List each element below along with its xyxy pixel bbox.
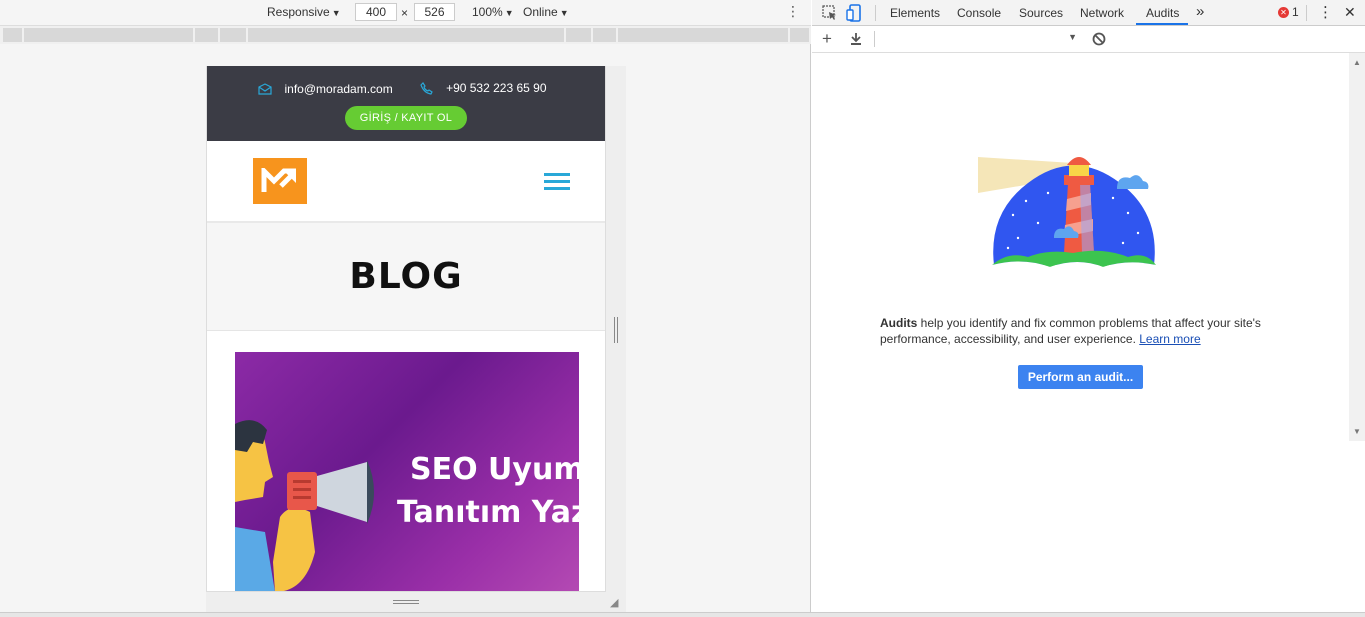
contact-row: info@moradam.com +90 532 223 65 90 [207, 66, 605, 106]
post-headline-line2: Tanıtım Yaz [397, 495, 579, 530]
media-query-segment[interactable] [220, 28, 246, 42]
logo-mark-icon [261, 168, 296, 192]
caret-down-icon: ▼ [1068, 32, 1077, 42]
media-query-segment[interactable] [790, 28, 809, 42]
page-title: BLOG [349, 256, 463, 297]
window-bottom-edge [0, 612, 1365, 617]
report-select[interactable]: ▼ [876, 30, 1081, 48]
media-query-segment[interactable] [195, 28, 218, 42]
zoom-select-label: 100% [472, 5, 503, 19]
network-select-label: Online [523, 5, 558, 19]
device-toolbar-toggle-icon[interactable] [846, 4, 864, 22]
site-contact-bar: info@moradam.com +90 532 223 65 90 GİRİŞ… [207, 66, 605, 141]
network-throttle-select[interactable]: Online ▼ [523, 5, 569, 19]
audits-description: Audits help you identify and fix common … [880, 315, 1300, 347]
devtools-menu-icon[interactable]: ⋮ [1318, 3, 1333, 21]
toolbar-divider [874, 31, 875, 47]
add-audit-icon[interactable]: + [822, 29, 832, 49]
device-select[interactable]: Responsive ▼ [267, 5, 341, 19]
resize-corner-icon[interactable]: ◢ [610, 596, 618, 609]
audits-desc-bold: Audits [880, 316, 918, 330]
device-emulation-pane: Responsive ▼ 400 × 526 100% ▼ Online ▼ ⋮ i [0, 0, 811, 612]
width-input[interactable]: 400 [355, 3, 397, 21]
devtools-tabbar: Elements Console Sources Network Audits … [812, 0, 1365, 26]
phone-icon [420, 81, 433, 95]
download-report-icon[interactable] [850, 32, 862, 46]
email-text: info@moradam.com [284, 81, 393, 96]
error-icon: ✕ [1278, 6, 1289, 18]
more-tabs-icon[interactable]: » [1196, 3, 1204, 20]
envelope-icon [257, 82, 272, 95]
caret-down-icon: ▼ [331, 8, 341, 18]
dimension-separator: × [401, 6, 409, 20]
media-query-segment[interactable] [593, 28, 616, 42]
hamburger-menu-icon[interactable] [544, 173, 570, 190]
zoom-select[interactable]: 100% ▼ [472, 5, 514, 19]
media-query-segment[interactable] [24, 28, 193, 42]
toolbar-divider [1306, 5, 1307, 21]
emulated-viewport: info@moradam.com +90 532 223 65 90 GİRİŞ… [206, 66, 606, 592]
tab-elements[interactable]: Elements [890, 6, 940, 20]
tab-network[interactable]: Network [1080, 6, 1124, 20]
page-title-banner: BLOG [207, 223, 605, 331]
more-options-icon[interactable]: ⋮ [786, 3, 800, 20]
tab-audits[interactable]: Audits [1146, 6, 1179, 20]
audits-desc-text: help you identify and fix common problem… [880, 316, 1261, 346]
phone-text: +90 532 223 65 90 [446, 81, 547, 95]
caret-down-icon: ▼ [559, 8, 569, 18]
audits-start-view: Audits help you identify and fix common … [812, 53, 1365, 612]
error-count: 1 [1292, 5, 1299, 19]
media-query-segment[interactable] [3, 28, 22, 42]
device-toolbar: Responsive ▼ 400 × 526 100% ▼ Online ▼ ⋮ [0, 0, 811, 26]
audits-toolbar: + ▼ [812, 26, 1365, 53]
clear-all-icon[interactable] [1092, 32, 1106, 46]
media-query-segment[interactable] [248, 28, 564, 42]
height-input[interactable]: 526 [414, 3, 455, 21]
scroll-down-icon[interactable]: ▼ [1353, 427, 1361, 436]
devtools-scrollbar[interactable]: ▲ ▼ [1349, 53, 1365, 441]
lighthouse-logo-icon [978, 157, 1156, 271]
blog-post-image[interactable]: SEO Uyum Tanıtım Yaz [235, 352, 579, 591]
error-counter[interactable]: ✕ 1 [1278, 5, 1299, 19]
learn-more-link[interactable]: Learn more [1139, 332, 1200, 346]
resize-handle-bottom[interactable] [393, 600, 419, 604]
site-header [207, 141, 605, 223]
perform-audit-button[interactable]: Perform an audit... [1018, 365, 1143, 389]
media-query-segment[interactable] [618, 28, 788, 42]
post-headline-line1: SEO Uyum [410, 452, 579, 487]
toolbar-divider [875, 5, 876, 21]
tab-console[interactable]: Console [957, 6, 1001, 20]
scroll-up-icon[interactable]: ▲ [1353, 58, 1361, 67]
media-query-bar[interactable] [0, 26, 811, 44]
email-link[interactable]: info@moradam.com [257, 81, 401, 96]
close-devtools-icon[interactable]: ✕ [1344, 4, 1356, 21]
tab-sources[interactable]: Sources [1019, 6, 1063, 20]
active-tab-indicator [1136, 23, 1188, 25]
phone-link[interactable]: +90 532 223 65 90 [420, 81, 554, 95]
site-logo[interactable] [253, 158, 307, 204]
devtools-panel: Elements Console Sources Network Audits … [812, 0, 1365, 612]
resize-handle-right[interactable] [614, 317, 618, 343]
media-query-segment[interactable] [566, 28, 591, 42]
device-select-label: Responsive [267, 5, 330, 19]
inspect-element-icon[interactable] [821, 4, 839, 22]
caret-down-icon: ▼ [504, 8, 514, 18]
login-register-button[interactable]: GİRİŞ / KAYIT OL [344, 106, 468, 130]
